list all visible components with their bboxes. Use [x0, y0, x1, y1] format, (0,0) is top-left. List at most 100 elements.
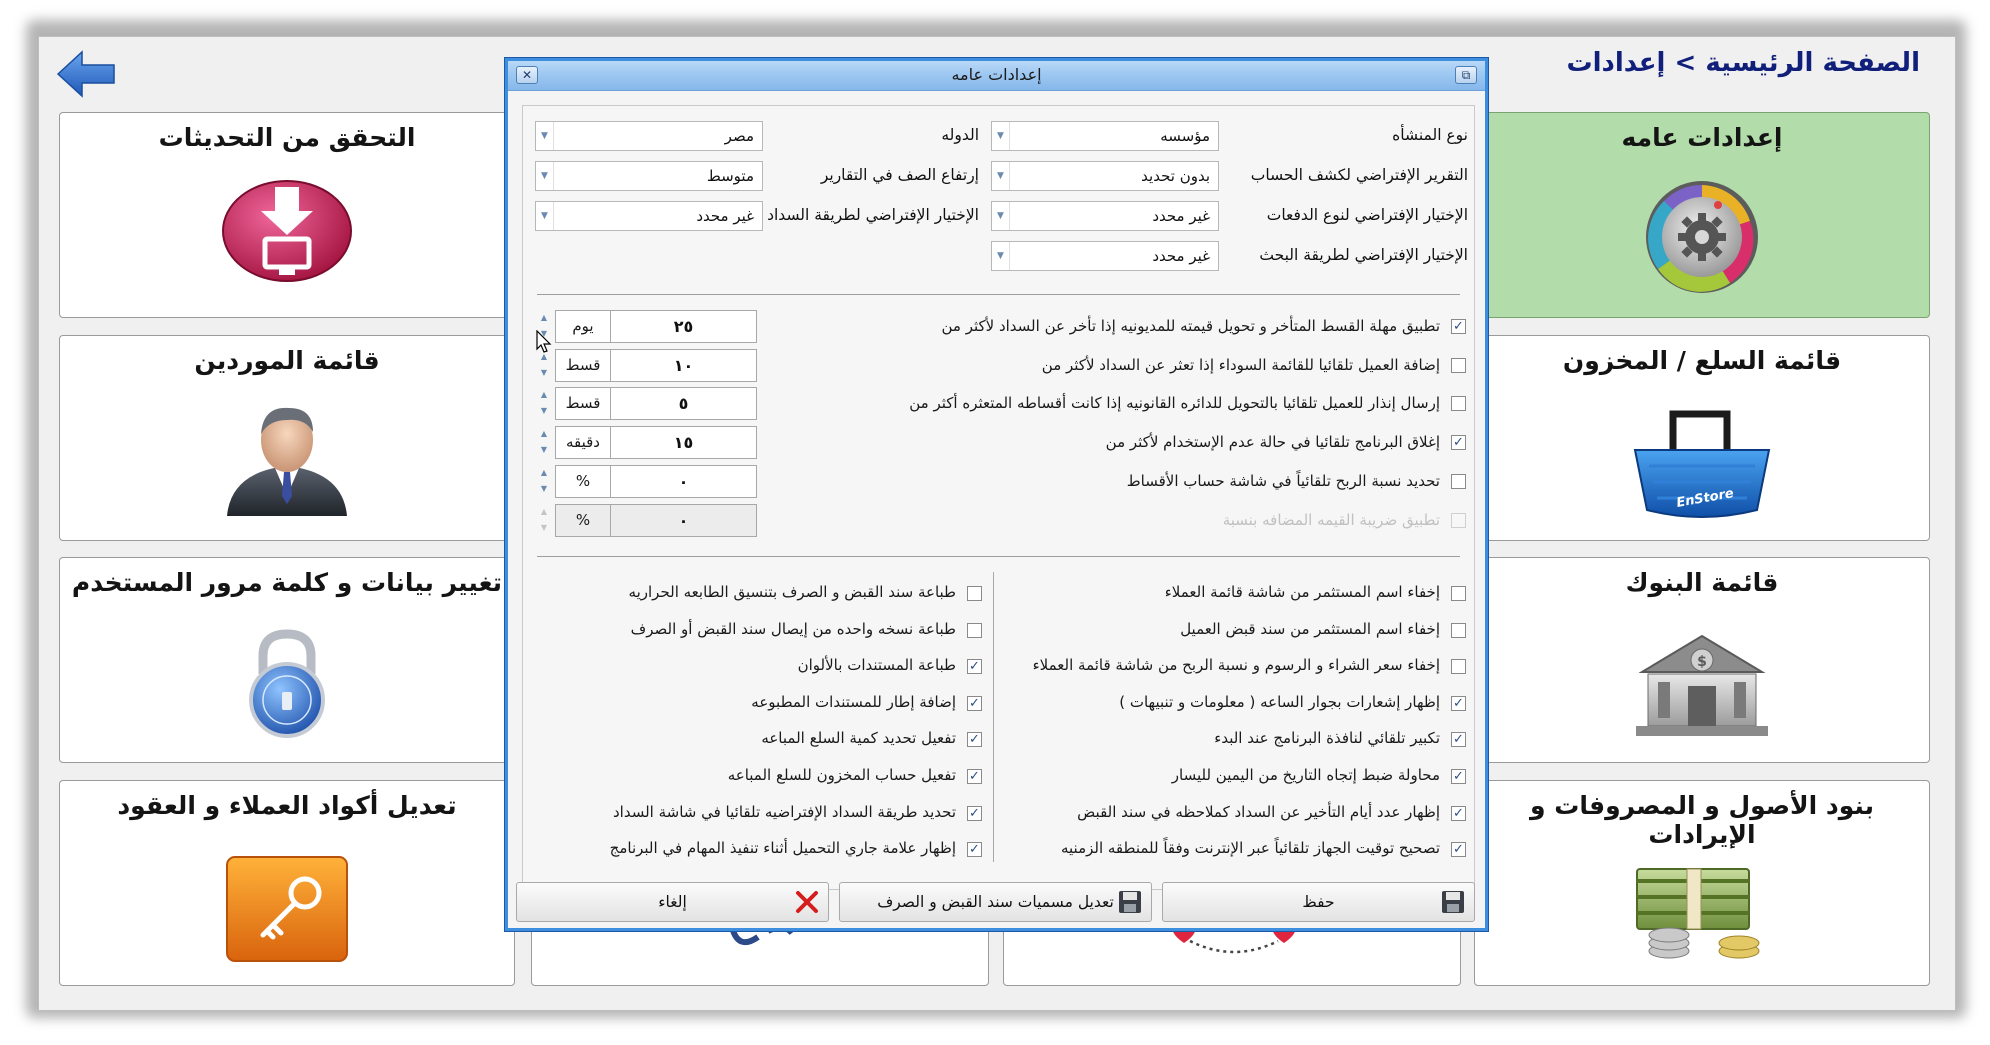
spinner-value[interactable]: ٠	[611, 465, 757, 498]
option-label: تفعيل تحديد كمية السلع المباعه	[761, 729, 956, 748]
unit-label: يوم	[555, 310, 611, 343]
section-divider	[537, 294, 1460, 295]
entity-type-select[interactable]: ▼ مؤسسه	[991, 121, 1219, 151]
row-height-select[interactable]: ▼ متوسط	[535, 161, 763, 191]
statement-report-select[interactable]: ▼ بدون تحديد	[991, 161, 1219, 191]
tile-client-codes[interactable]: تعديل أكواد العملاء و العقود	[59, 780, 515, 986]
option-checkbox[interactable]	[967, 622, 982, 638]
tile-title: بنود الأصول و المصروفات و الإيرادات	[1529, 791, 1875, 849]
spinner-arrows: ▲ ▼	[540, 507, 548, 532]
option-label: إضافة العميل تلقائيا للقائمة السوداء إذا…	[1041, 356, 1440, 374]
option-checkbox	[1451, 513, 1466, 528]
unit-label: قسط	[555, 349, 611, 382]
tile-title: قائمة البنوك	[1625, 568, 1779, 597]
legal-warning-spinner[interactable]: ▲ ▼ قسط ٥	[535, 387, 757, 420]
tile-assets-expenses[interactable]: بنود الأصول و المصروفات و الإيرادات	[1474, 780, 1930, 986]
option-checkbox[interactable]	[1451, 396, 1466, 411]
payment-type-select[interactable]: ▼ غير محدد	[991, 201, 1219, 231]
payment-method-label: الإختيار الإفتراضي لطريقة السداد	[767, 206, 979, 224]
profit-rate-spinner[interactable]: ▲ ▼ % ٠	[535, 465, 757, 498]
option-label: طباعة نسخه واحده من إيصال سند القبض أو ا…	[630, 619, 956, 638]
spinner-value[interactable]: ١٥	[611, 426, 757, 459]
spinner-arrows[interactable]: ▲ ▼	[535, 387, 553, 420]
option-label: تحديد طريقة السداد الإفتراضيه تلقائيا في…	[612, 802, 956, 821]
auto-close-spinner[interactable]: ▲ ▼ دقيقه ١٥	[535, 426, 757, 459]
option-label: إخفاء اسم المستثمر من شاشة قائمة العملاء	[1164, 583, 1440, 601]
unit-label: قسط	[555, 387, 611, 420]
option-checkbox[interactable]: ✓	[967, 695, 982, 711]
option-checkbox[interactable]	[967, 586, 982, 601]
option-checkbox[interactable]: ✓	[967, 842, 982, 858]
tile-items-inventory[interactable]: قائمة السلع / المخزون EnStore	[1474, 335, 1930, 541]
option-label: طباعة المستندات بالألوان	[797, 656, 956, 675]
businessman-icon	[217, 400, 357, 522]
spinner-arrows[interactable]: ▲ ▼	[535, 465, 553, 498]
option-checkbox[interactable]	[1451, 586, 1466, 601]
tile-banks[interactable]: قائمة البنوك $	[1474, 557, 1930, 763]
option-label: تفعيل حساب المخزون للسلع المباعه	[727, 766, 956, 784]
option-checkbox[interactable]: ✓	[1451, 319, 1466, 334]
chevron-down-icon: ▼	[992, 242, 1010, 270]
option-checkbox[interactable]	[1451, 474, 1466, 489]
option-checkbox[interactable]: ✓	[1451, 695, 1466, 711]
option-checkbox[interactable]: ✓	[967, 769, 982, 784]
tile-title: التحقق من التحديثات	[158, 123, 416, 152]
search-method-label: الإختيار الإفتراضي لطريقة البحث	[1259, 246, 1468, 264]
section-divider	[537, 556, 1460, 557]
option-checkbox[interactable]: ✓	[967, 659, 982, 675]
chevron-down-icon: ▼	[536, 162, 554, 190]
blacklist-installments-spinner[interactable]: ▲ ▼ قسط ١٠	[535, 349, 757, 382]
dialog-titlebar[interactable]: ✕ إعدادات عامه ⧉	[508, 61, 1485, 91]
option-label: تكبير تلقائي لنافذة البرنامج عند البدء	[1214, 729, 1440, 748]
tile-general-settings[interactable]: إعدادات عامه	[1474, 112, 1930, 318]
option-checkbox[interactable]: ✓	[967, 732, 982, 748]
back-arrow-icon[interactable]	[56, 50, 116, 98]
chevron-down-icon: ▼	[992, 202, 1010, 230]
country-select[interactable]: ▼ مصر	[535, 121, 763, 151]
country-label: الدوله	[941, 126, 979, 144]
unit-label: دقيقه	[555, 426, 611, 459]
option-label: إغلاق البرنامج تلقائيا في حالة عدم الإست…	[1105, 433, 1440, 451]
option-checkbox[interactable]: ✓	[1451, 805, 1466, 821]
statement-report-label: التقرير الإفتراضي لكشف الحساب	[1250, 166, 1468, 184]
option-checkbox[interactable]: ✓	[1451, 435, 1466, 450]
option-label: إخفاء اسم المستثمر من سند قبض العميل	[1180, 619, 1440, 638]
spinner-value[interactable]: ٢٥	[611, 310, 757, 343]
option-checkbox[interactable]	[1451, 358, 1466, 373]
grace-days-spinner[interactable]: ▲ ▼ يوم ٢٥	[535, 310, 757, 343]
tile-title: إعدادات عامه	[1621, 123, 1783, 152]
option-checkbox[interactable]: ✓	[1451, 769, 1466, 784]
option-label: تحديد نسبة الربح تلقائياً في شاشة حساب ا…	[1126, 472, 1440, 490]
search-method-select[interactable]: ▼ غير محدد	[991, 241, 1219, 271]
option-checkbox[interactable]	[1451, 622, 1466, 638]
basket-icon: EnStore	[1629, 406, 1775, 528]
tile-suppliers[interactable]: قائمة الموردين	[59, 335, 515, 541]
restore-button[interactable]: ⧉	[1455, 66, 1477, 84]
option-label: محاولة ضبط إتجاه التاريخ من اليمين لليسا…	[1171, 766, 1440, 784]
spinner-value[interactable]: ١٠	[611, 349, 757, 382]
save-button[interactable]: حفظ	[1162, 882, 1475, 922]
tile-user-credentials[interactable]: تغيير بيانات و كلمة مرور المستخدم	[59, 557, 515, 763]
option-checkbox[interactable]: ✓	[1451, 842, 1466, 858]
option-label: إظهار إشعارات بجوار الساعه ( معلومات و ت…	[1119, 692, 1440, 711]
option-checkbox[interactable]	[1451, 659, 1466, 675]
option-label: تصحيح توقيت الجهاز تلقائياً عبر الإنترنت…	[1060, 839, 1440, 858]
option-checkbox[interactable]: ✓	[1451, 732, 1466, 748]
dialog-body: نوع المنشأه ▼ مؤسسه التقرير الإفتراضي لك…	[522, 105, 1475, 890]
option-label: إضافة إطار للمستندات المطبوعه	[751, 692, 956, 711]
cancel-button[interactable]: إلغاء	[516, 882, 829, 922]
spinner-arrows[interactable]: ▲ ▼	[535, 426, 553, 459]
spinner-value[interactable]: ٥	[611, 387, 757, 420]
mouse-cursor-icon	[536, 329, 552, 358]
rename-vouchers-button[interactable]: تعديل مسميات سند القبض و الصرف	[839, 882, 1152, 922]
padlock-icon	[241, 628, 333, 742]
option-checkbox[interactable]: ✓	[967, 805, 982, 821]
key-icon	[225, 855, 349, 967]
payment-method-select[interactable]: ▼ غير محدد	[535, 201, 763, 231]
option-label: إرسال إنذار للعميل تلقائيا بالتحويل للدا…	[909, 394, 1440, 412]
column-divider	[993, 572, 994, 862]
bank-building-icon: $	[1632, 628, 1772, 744]
tile-title: تغيير بيانات و كلمة مرور المستخدم	[71, 568, 503, 597]
download-monitor-icon	[219, 177, 355, 289]
tile-check-updates[interactable]: التحقق من التحديثات	[59, 112, 515, 318]
